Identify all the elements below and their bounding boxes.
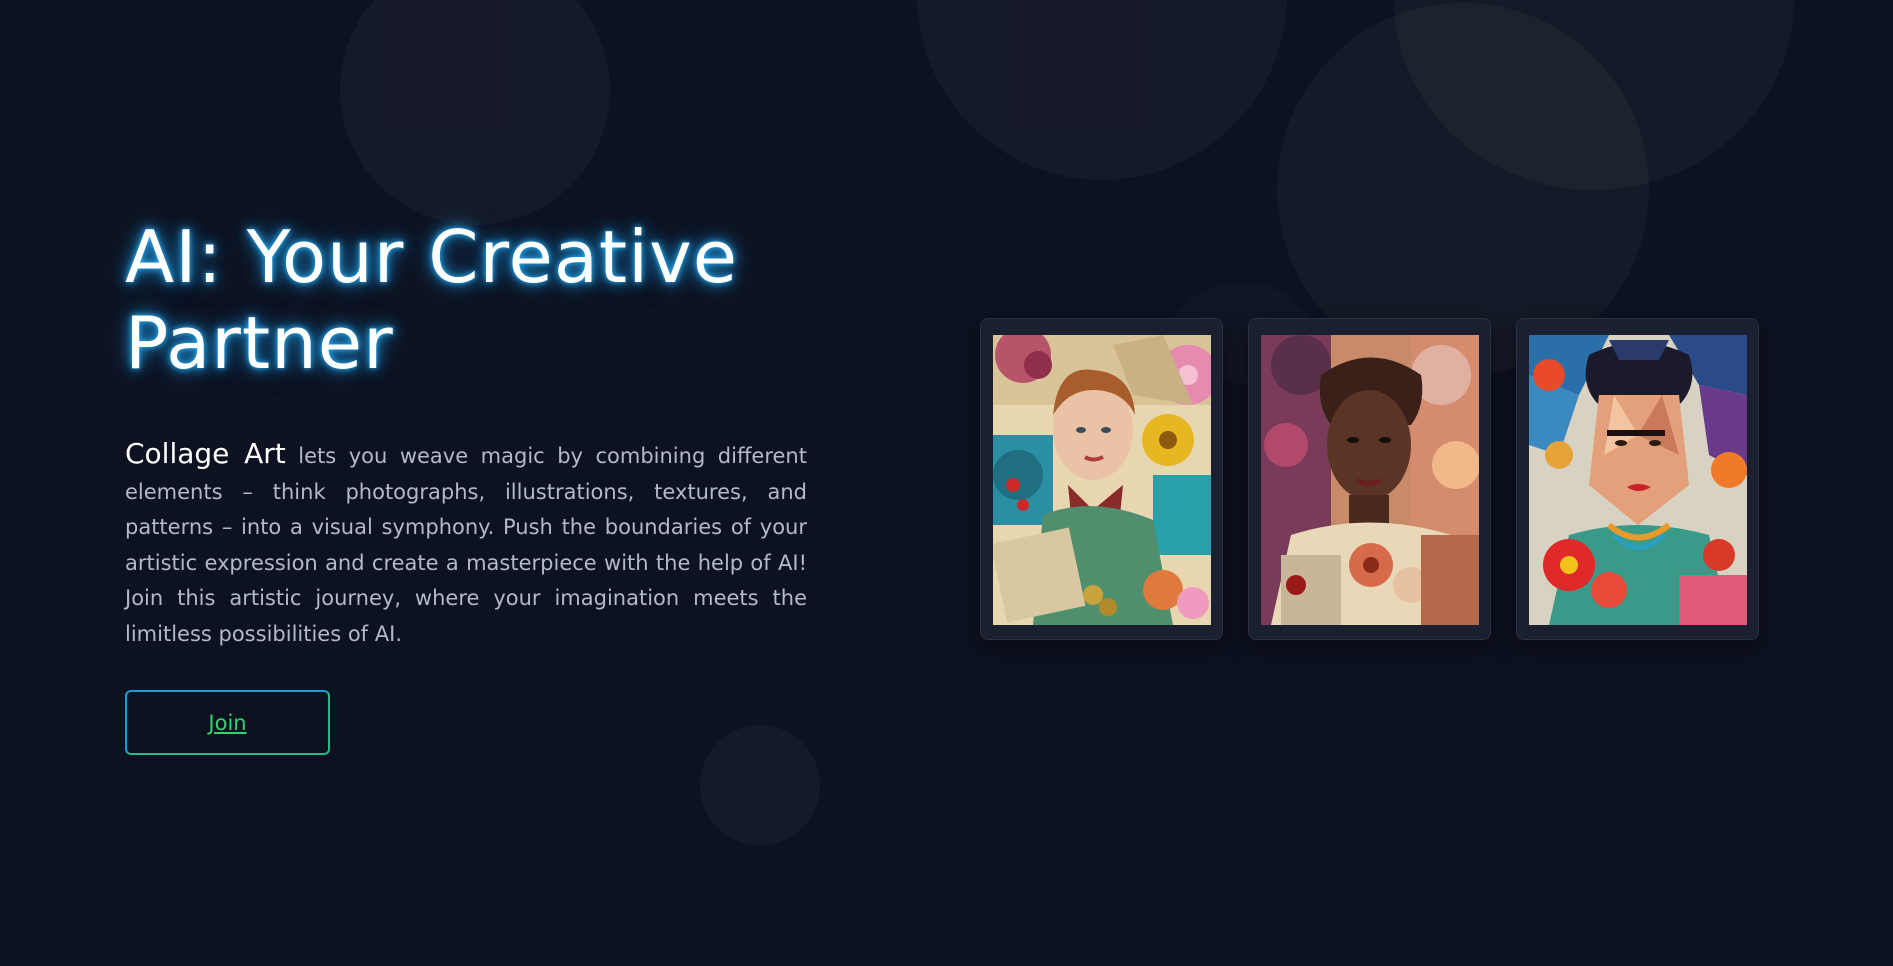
gallery-card[interactable] <box>980 318 1223 640</box>
collage-portrait-image <box>1529 335 1747 625</box>
background-circle <box>700 725 820 845</box>
gallery-card[interactable] <box>1248 318 1491 640</box>
collage-portrait-image <box>993 335 1211 625</box>
hero-description-text: lets you weave magic by combining differ… <box>125 444 807 646</box>
hero-title: AI: Your Creative Partner <box>125 215 739 385</box>
background-circle <box>917 0 1287 180</box>
hero-section: AI: Your Creative Partner Collage Art le… <box>125 214 807 652</box>
art-gallery <box>980 318 1759 640</box>
collage-portrait-image <box>1261 335 1479 625</box>
join-button[interactable]: Join <box>125 690 330 755</box>
hero-description: Collage Art lets you weave magic by comb… <box>125 436 807 652</box>
gallery-card[interactable] <box>1516 318 1759 640</box>
join-button-label: Join <box>208 710 247 735</box>
background-circle <box>340 0 610 225</box>
hero-highlight: Collage Art <box>125 437 286 470</box>
